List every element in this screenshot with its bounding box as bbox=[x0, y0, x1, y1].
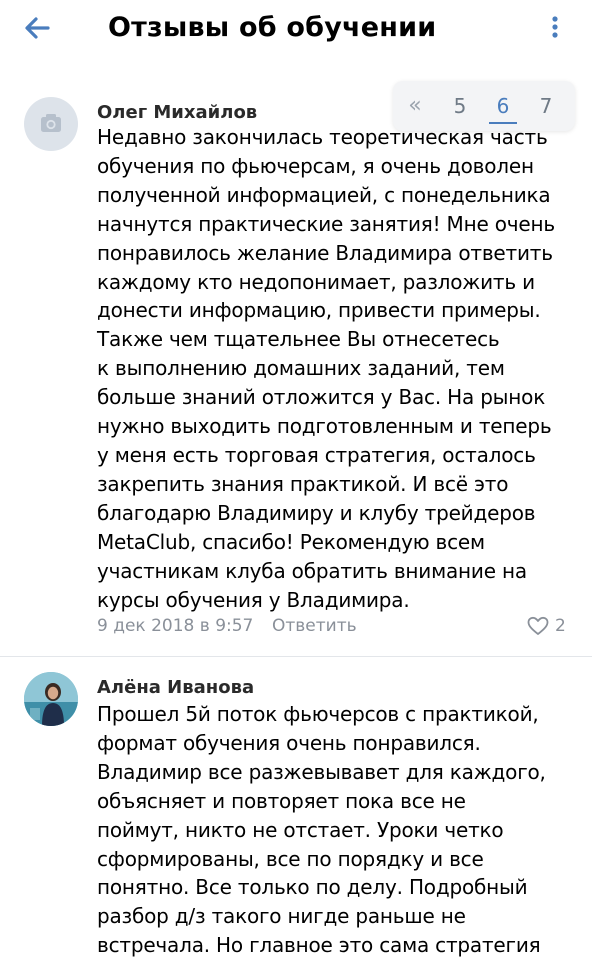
pager-prev-button[interactable]: « bbox=[399, 89, 431, 123]
comment-text: Прошел 5й поток фьючерсов с практикой, ф… bbox=[97, 702, 546, 958]
comment-author[interactable]: Олег Михайлов bbox=[97, 102, 257, 123]
more-vertical-icon bbox=[552, 16, 558, 38]
arrow-left-icon bbox=[25, 17, 50, 39]
pagination: « 5 6 7 bbox=[393, 81, 575, 131]
avatar[interactable] bbox=[24, 97, 78, 151]
camera-icon bbox=[41, 114, 61, 132]
avatar[interactable] bbox=[24, 672, 78, 726]
pager-current-indicator bbox=[489, 122, 517, 124]
page-title: Отзывы об обучении bbox=[108, 12, 437, 43]
user-photo-avatar bbox=[24, 672, 78, 726]
pager-page-6-current[interactable]: 6 bbox=[487, 89, 519, 123]
pager-page-7[interactable]: 7 bbox=[530, 89, 562, 123]
pager-page-5[interactable]: 5 bbox=[444, 89, 476, 123]
like-count: 2 bbox=[555, 616, 566, 636]
comment-date: 9 дек 2018 в 9:57 bbox=[97, 616, 254, 636]
back-button[interactable] bbox=[18, 10, 58, 46]
comment-text: Недавно закончилась теоретическая часть … bbox=[97, 125, 555, 612]
heart-icon bbox=[527, 616, 549, 635]
more-options-button[interactable] bbox=[540, 12, 570, 42]
comment-author[interactable]: Алёна Иванова bbox=[97, 677, 254, 698]
divider bbox=[0, 656, 592, 657]
reply-button[interactable]: Ответить bbox=[272, 613, 357, 639]
app-header: Отзывы об обучении bbox=[0, 0, 592, 56]
like-button[interactable]: 2 bbox=[526, 613, 566, 639]
